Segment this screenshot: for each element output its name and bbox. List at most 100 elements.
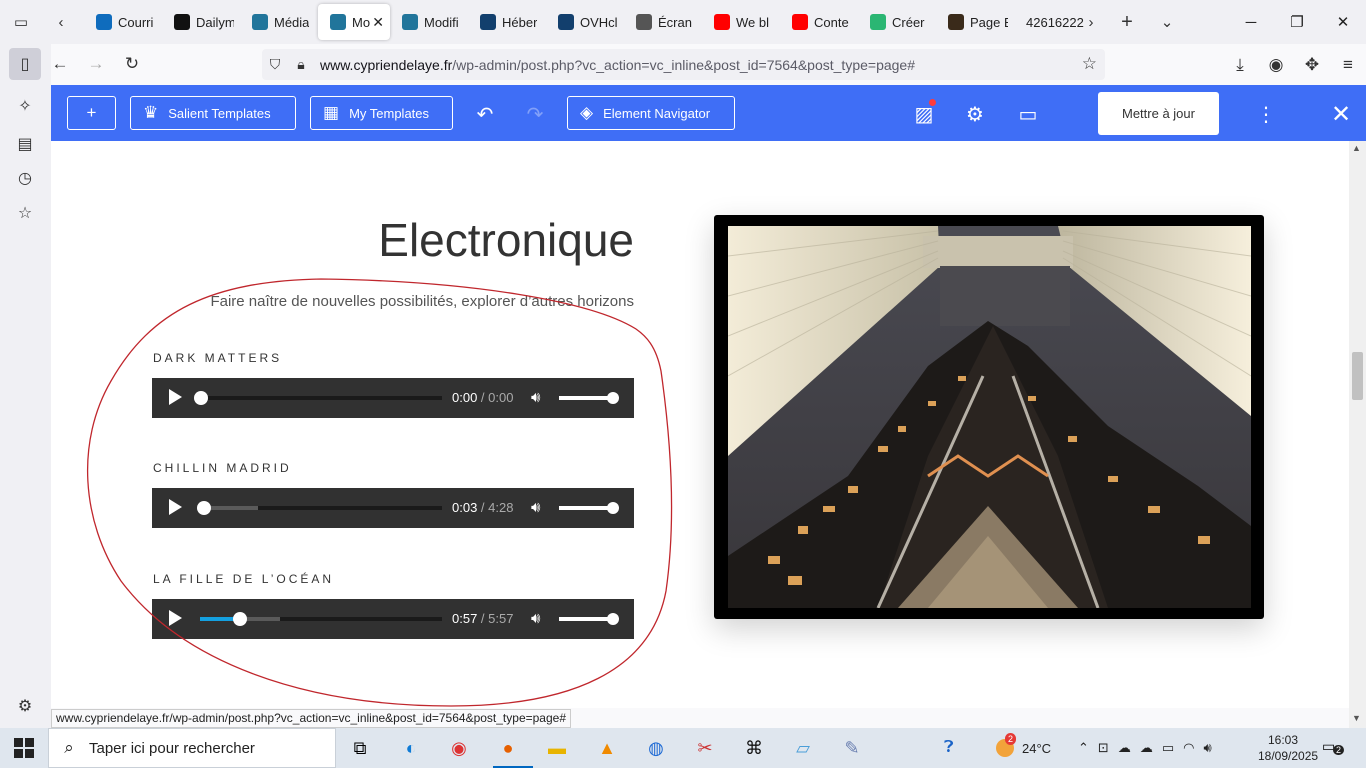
- tab-1[interactable]: Dailym: [162, 4, 240, 40]
- close-window-icon[interactable]: ✕: [1320, 0, 1366, 44]
- minimize-icon[interactable]: ─: [1228, 0, 1274, 44]
- paint-icon[interactable]: ✎: [837, 734, 867, 762]
- menu-icon[interactable]: ≡: [1330, 49, 1366, 81]
- snipping-icon[interactable]: ✂: [690, 734, 720, 762]
- settings-icon[interactable]: ⚙: [960, 99, 990, 129]
- tab-label: Dailym: [196, 14, 234, 30]
- taskbar-search[interactable]: ⌕ Taper ici pour rechercher: [48, 728, 336, 768]
- vlc-icon[interactable]: ▲: [592, 734, 622, 762]
- file-explorer-icon[interactable]: ▬: [542, 734, 572, 762]
- sidebar-settings-icon[interactable]: ⚙: [9, 692, 41, 720]
- help-icon[interactable]: ❓︎: [944, 739, 954, 757]
- task-view-icon[interactable]: ⧉: [345, 734, 375, 762]
- templates-icon: ▦: [323, 103, 340, 122]
- my-templates-button[interactable]: ▦ My Templates: [310, 96, 453, 130]
- windows-start-icon[interactable]: [14, 738, 34, 758]
- chevron-down-icon[interactable]: ⌄: [1150, 5, 1184, 39]
- tab-9[interactable]: Conte: [780, 4, 858, 40]
- restore-icon[interactable]: ❐: [1274, 0, 1320, 44]
- desktop-view-icon[interactable]: ▭: [1013, 99, 1043, 129]
- layers-icon: ◈: [580, 103, 594, 122]
- editor-toolbar: + ♛ Salient Templates ▦ My Templates ↶ ↷ ◈…: [51, 85, 1366, 141]
- scroll-tabs-right-icon[interactable]: ›: [1074, 5, 1108, 39]
- cloud-off-icon[interactable]: ☁: [1118, 740, 1131, 756]
- feather-icon: [870, 14, 886, 30]
- weather-temp: 24°C: [1022, 740, 1052, 756]
- ovh-icon: [480, 14, 496, 30]
- close-editor-icon[interactable]: ✕: [1326, 99, 1356, 129]
- tab-label: Page E: [970, 14, 1008, 30]
- more-options-icon[interactable]: ⋮: [1251, 99, 1281, 129]
- shield-icon[interactable]: ⛉: [262, 56, 288, 73]
- tab-7[interactable]: Écran: [624, 4, 702, 40]
- edge-icon[interactable]: ◐: [396, 734, 426, 762]
- chrome-icon[interactable]: ◉: [444, 734, 474, 762]
- page-scrollbar[interactable]: ▲ ▼: [1349, 141, 1366, 728]
- notifications-icon[interactable]: ▭ 2: [1322, 738, 1345, 758]
- plus-icon: +: [86, 103, 97, 122]
- wordpress-icon: [330, 14, 346, 30]
- bookmark-star-icon[interactable]: ☆: [1082, 54, 1097, 74]
- lock-icon[interactable]: 🔒︎: [288, 56, 314, 73]
- capcut-icon[interactable]: ⌘: [739, 734, 769, 762]
- tab-6[interactable]: OVHcl: [546, 4, 624, 40]
- undo-icon[interactable]: ↶: [470, 99, 500, 129]
- tab-11[interactable]: Page E: [936, 4, 1014, 40]
- wordpress-icon: [402, 14, 418, 30]
- tab-0[interactable]: Courri: [84, 4, 162, 40]
- redo-icon[interactable]: ↷: [520, 99, 550, 129]
- weather-widget[interactable]: 2 24°C: [996, 728, 1051, 768]
- meet-now-icon[interactable]: ⊡: [1098, 740, 1109, 756]
- tab-2[interactable]: Média: [240, 4, 318, 40]
- tab-label: Créer: [892, 14, 925, 30]
- tab-label: OVHcl: [580, 14, 618, 30]
- reload-icon[interactable]: ↻: [114, 48, 150, 80]
- tab-label: Conte: [814, 14, 849, 30]
- youtube-icon: [792, 14, 808, 30]
- url-domain: www.cypriendelaye.fr: [320, 56, 453, 73]
- taskbar: ⌕ Taper ici pour rechercher ⧉ ◐ ◉ ● ▬ ▲ …: [0, 728, 1366, 768]
- extensions-icon[interactable]: ✥: [1294, 49, 1330, 81]
- battery-icon[interactable]: ▭: [1162, 740, 1174, 756]
- tab-3[interactable]: Mo ✕: [318, 4, 390, 40]
- notifications-count: 2: [1333, 745, 1345, 755]
- bookmarks-icon[interactable]: ☆: [9, 197, 41, 229]
- url-bar[interactable]: ⛉ 🔒︎ www.cypriendelaye.fr/wp-admin/post.…: [262, 49, 1105, 80]
- tab-5[interactable]: Héber: [468, 4, 546, 40]
- chevron-up-icon[interactable]: ⌃: [1078, 740, 1089, 756]
- onedrive-icon[interactable]: ☁: [1140, 740, 1153, 756]
- notepad-icon[interactable]: ▱: [788, 734, 818, 762]
- crown-icon: ♛: [143, 103, 159, 122]
- weather-icon: 2: [996, 733, 1017, 757]
- volume-icon[interactable]: 🔊︎: [1203, 740, 1211, 756]
- forward-icon[interactable]: →: [78, 48, 114, 80]
- wordpress-icon: [636, 14, 652, 30]
- add-element-button[interactable]: +: [67, 96, 116, 130]
- tab-10[interactable]: Créer: [858, 4, 936, 40]
- wifi-icon[interactable]: ◠: [1183, 740, 1194, 756]
- tab-8[interactable]: We bl: [702, 4, 780, 40]
- scroll-down-icon[interactable]: ▼: [1352, 713, 1361, 723]
- synced-tabs-icon[interactable]: ▤: [9, 128, 41, 160]
- close-tab-icon[interactable]: ✕: [372, 14, 384, 31]
- tab-list-icon[interactable]: ▭: [4, 5, 38, 39]
- clock-date: 18/09/2025: [1258, 749, 1319, 763]
- firefox-icon[interactable]: ●: [493, 734, 533, 768]
- account-icon[interactable]: ◉: [1258, 49, 1294, 81]
- red-circle-annotation: [86, 278, 673, 707]
- update-button[interactable]: Mettre à jour: [1098, 92, 1219, 135]
- scroll-thumb[interactable]: [1352, 352, 1363, 400]
- salient-templates-button[interactable]: ♛ Salient Templates: [130, 96, 296, 130]
- sidebar-toggle-icon[interactable]: ▯: [9, 48, 41, 80]
- bmw-icon[interactable]: ◍: [641, 734, 671, 762]
- ai-assistant-icon[interactable]: ✧: [9, 90, 41, 122]
- element-navigator-button[interactable]: ◈ Element Navigator: [567, 96, 735, 130]
- downloads-icon[interactable]: ⤓: [1222, 49, 1258, 81]
- clock[interactable]: 16:03 18/09/2025: [1258, 732, 1319, 764]
- scroll-tabs-left-icon[interactable]: ‹: [44, 5, 78, 39]
- history-icon[interactable]: ◷: [9, 162, 41, 194]
- new-tab-icon[interactable]: +: [1110, 5, 1144, 39]
- scroll-up-icon[interactable]: ▲: [1352, 143, 1361, 153]
- youtube-icon: [714, 14, 730, 30]
- tab-4[interactable]: Modifi: [390, 4, 468, 40]
